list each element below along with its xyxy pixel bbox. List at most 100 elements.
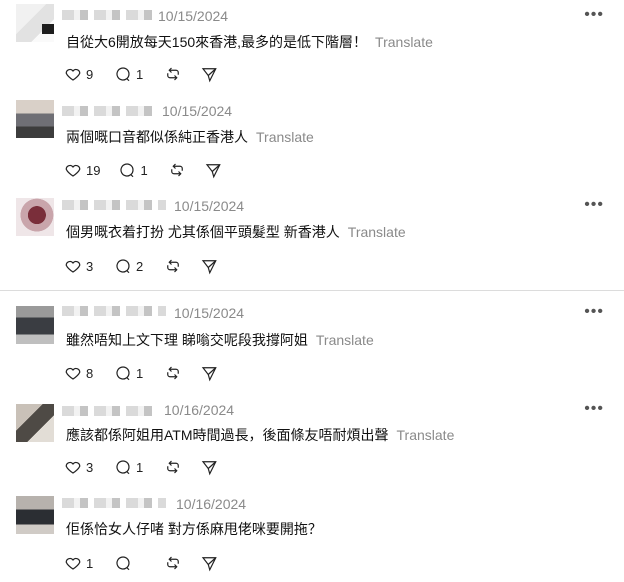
thread-divider xyxy=(0,290,624,291)
like-button[interactable]: 8 xyxy=(64,364,96,382)
like-button[interactable]: 3 xyxy=(64,458,96,476)
post-body: 雖然唔知上文下理 睇嗡交呢段我撐阿姐 xyxy=(66,332,308,348)
post-body: 佢係恰女人仔啫 對方係麻甩佬咪要開拖？ xyxy=(66,521,322,537)
heart-icon xyxy=(65,461,81,474)
post-body: 個男嘅衣着打扮 尤其係個平頭髮型 新香港人 xyxy=(66,224,340,240)
repost-icon xyxy=(167,366,179,380)
post-date: 10/15/2024 xyxy=(174,305,245,321)
reply-button[interactable]: 2 xyxy=(114,257,146,275)
username[interactable] xyxy=(62,406,156,416)
repost-button[interactable] xyxy=(164,458,182,476)
share-button[interactable] xyxy=(200,257,218,275)
heart-icon xyxy=(65,367,81,380)
repost-button[interactable] xyxy=(164,364,182,382)
like-button[interactable]: 3 xyxy=(64,257,96,275)
like-count: 3 xyxy=(86,258,94,274)
comment-icon xyxy=(120,163,135,178)
avatar[interactable] xyxy=(16,4,54,42)
post-body: 應該都係阿姐用ATM時間過長，後面條友唔耐煩出聲 xyxy=(66,427,389,443)
more-icon[interactable]: ••• xyxy=(584,303,604,321)
repost-button[interactable] xyxy=(168,161,186,179)
comment-icon xyxy=(116,67,130,82)
avatar[interactable] xyxy=(16,496,54,534)
avatar[interactable] xyxy=(16,100,54,138)
like-count: 9 xyxy=(86,66,94,82)
post-text: 自從大6開放每天150來香港,最多的是低下階層！ Translate xyxy=(66,32,433,52)
repost-button[interactable] xyxy=(164,257,182,275)
share-button[interactable] xyxy=(200,554,218,572)
avatar[interactable] xyxy=(16,198,54,236)
post-date: 10/16/2024 xyxy=(164,402,235,418)
translate-link[interactable]: Translate xyxy=(316,332,374,348)
repost-icon xyxy=(167,67,179,81)
share-button[interactable] xyxy=(200,65,218,83)
like-count: 19 xyxy=(86,162,101,178)
repost-button[interactable] xyxy=(164,554,182,572)
post-actions: 1 xyxy=(64,553,236,573)
reply-button[interactable]: 1 xyxy=(118,161,150,179)
post-text: 兩個嘅口音都似係純正香港人 Translate xyxy=(66,127,314,147)
translate-link[interactable]: Translate xyxy=(256,129,314,145)
like-count: 1 xyxy=(86,555,94,571)
repost-icon xyxy=(167,460,179,474)
like-button[interactable]: 19 xyxy=(64,161,100,179)
heart-icon xyxy=(65,260,81,273)
share-icon xyxy=(201,68,217,83)
heart-icon xyxy=(65,68,81,81)
post-date: 10/15/2024 xyxy=(162,103,233,119)
share-icon xyxy=(201,260,217,275)
comment-icon xyxy=(116,366,130,381)
reply-button[interactable]: 1 xyxy=(114,65,146,83)
avatar[interactable] xyxy=(16,306,54,344)
post-date: 10/15/2024 xyxy=(158,8,229,24)
comment-icon xyxy=(116,259,130,274)
share-icon xyxy=(201,367,217,382)
more-icon[interactable]: ••• xyxy=(584,196,604,214)
post-actions: 19 1 xyxy=(64,160,240,180)
repost-icon xyxy=(171,163,184,177)
like-button[interactable]: 9 xyxy=(64,65,96,83)
post-actions: 9 1 xyxy=(64,64,236,84)
share-button[interactable] xyxy=(200,458,218,476)
username[interactable] xyxy=(62,106,152,116)
more-icon[interactable]: ••• xyxy=(584,6,604,24)
post-actions: 8 1 xyxy=(64,363,236,383)
reply-count: 2 xyxy=(136,258,144,274)
comment-icon xyxy=(116,460,130,475)
post-text: 個男嘅衣着打扮 尤其係個平頭髮型 新香港人 Translate xyxy=(66,222,406,242)
reply-count: 1 xyxy=(136,459,144,475)
heart-icon xyxy=(65,164,81,177)
reply-count: 1 xyxy=(140,162,148,178)
username[interactable] xyxy=(62,200,166,210)
like-count: 3 xyxy=(86,459,94,475)
translate-link[interactable]: Translate xyxy=(375,34,433,50)
share-button[interactable] xyxy=(204,161,222,179)
reply-button[interactable] xyxy=(114,554,146,572)
comment-icon xyxy=(116,556,130,571)
like-button[interactable]: 1 xyxy=(64,554,96,572)
repost-button[interactable] xyxy=(164,65,182,83)
username[interactable] xyxy=(62,10,158,20)
share-icon xyxy=(206,164,222,179)
repost-icon xyxy=(167,556,179,570)
translate-link[interactable]: Translate xyxy=(397,427,455,443)
post-date: 10/15/2024 xyxy=(174,198,245,214)
reply-button[interactable]: 1 xyxy=(114,458,146,476)
more-icon[interactable]: ••• xyxy=(584,400,604,418)
translate-link[interactable]: Translate xyxy=(348,224,406,240)
like-count: 8 xyxy=(86,365,94,381)
username[interactable] xyxy=(62,306,166,316)
post-actions: 3 2 xyxy=(64,256,236,276)
heart-icon xyxy=(65,557,81,570)
post-actions: 3 1 xyxy=(64,457,236,477)
post-body: 兩個嘅口音都似係純正香港人 xyxy=(66,129,248,145)
repost-icon xyxy=(167,259,179,273)
avatar[interactable] xyxy=(16,404,54,442)
post-body: 自從大6開放每天150來香港,最多的是低下階層！ xyxy=(66,34,368,50)
username[interactable] xyxy=(62,498,166,508)
post-text: 雖然唔知上文下理 睇嗡交呢段我撐阿姐 Translate xyxy=(66,330,374,350)
reply-button[interactable]: 1 xyxy=(114,364,146,382)
share-button[interactable] xyxy=(200,364,218,382)
reply-count: 1 xyxy=(136,66,144,82)
share-icon xyxy=(201,557,217,572)
